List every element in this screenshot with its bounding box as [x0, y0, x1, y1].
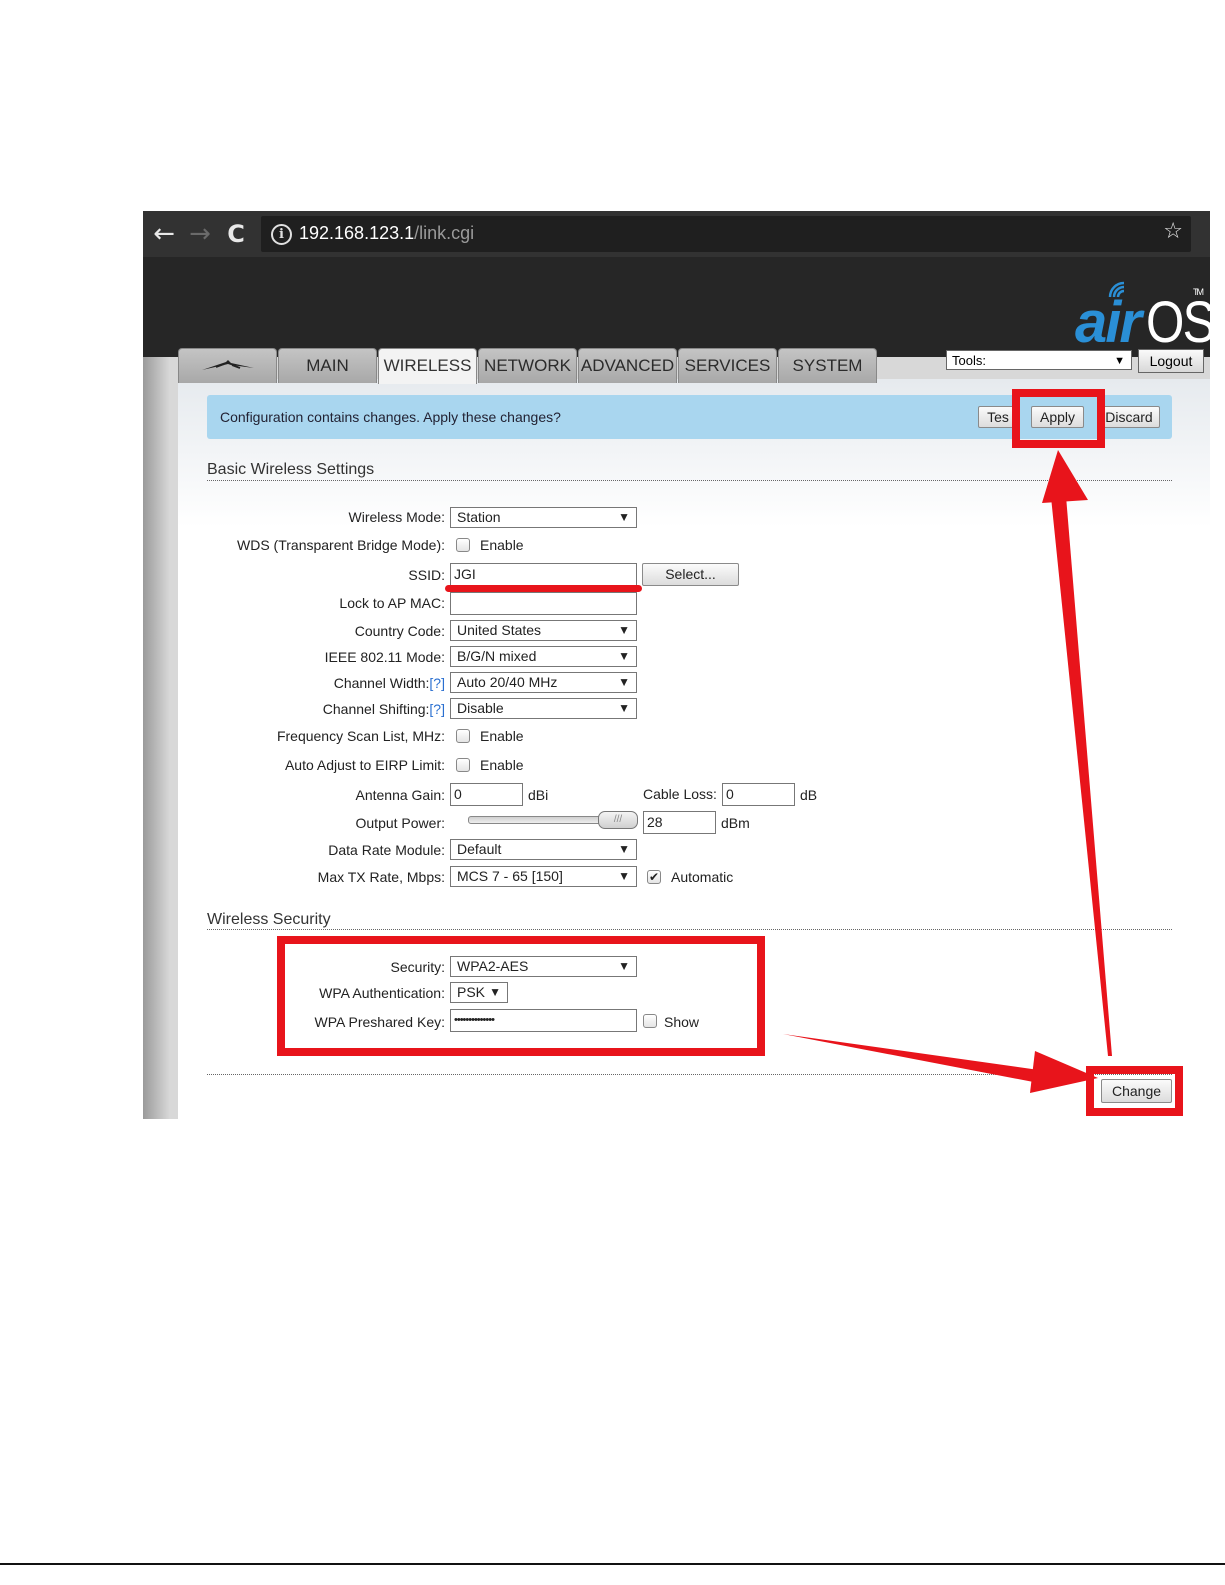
arrow-to-change-icon [783, 1034, 1098, 1093]
annotation-arrows [783, 450, 1112, 1093]
page-bottom-border [0, 1563, 1225, 1565]
arrow-to-apply-icon [1042, 450, 1112, 1056]
